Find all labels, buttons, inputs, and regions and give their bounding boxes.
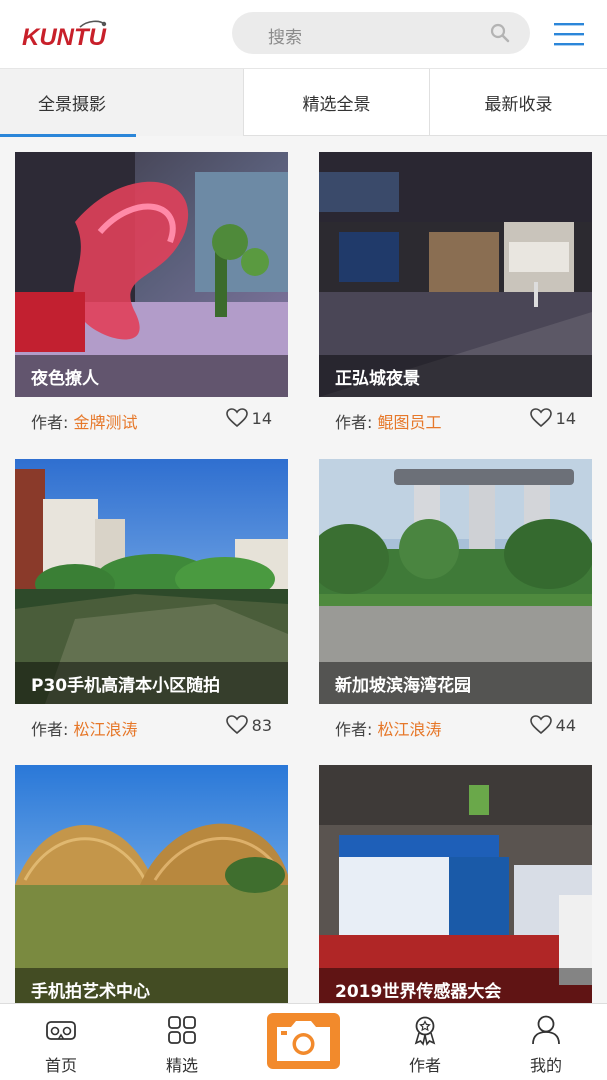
nav-home[interactable]: 首页 — [21, 1004, 101, 1080]
like-count[interactable]: 14 — [529, 408, 576, 428]
like-number: 14 — [251, 408, 272, 428]
camera-button[interactable] — [267, 1013, 340, 1069]
nav-label: 我的 — [529, 1056, 562, 1075]
like-count[interactable]: 83 — [225, 715, 272, 735]
author-prefix: 作者: — [335, 413, 373, 432]
bottom-navigation: 首页 精选 作者 我的 — [0, 1003, 607, 1080]
tab-label: 精选全景 — [302, 95, 371, 115]
nav-label: 首页 — [44, 1056, 77, 1075]
active-tab-indicator — [0, 134, 136, 137]
panorama-thumbnail[interactable]: 夜色撩人 — [15, 152, 288, 397]
tab-featured-panorama[interactable]: 精选全景 — [243, 69, 430, 136]
card-meta: 作者: 金牌测试 14 — [15, 397, 288, 441]
search-bar[interactable]: 搜索 — [232, 12, 530, 54]
like-count[interactable]: 44 — [529, 715, 576, 735]
nav-label: 作者 — [408, 1056, 441, 1075]
panorama-card[interactable]: P30手机高清本小区随拍 作者: 松江浪涛 83 — [15, 459, 288, 748]
grid-icon — [168, 1016, 196, 1044]
heart-icon[interactable] — [529, 408, 552, 428]
award-icon — [414, 1016, 436, 1046]
panorama-card[interactable]: 正弘城夜景 作者: 鲲图员工 14 — [319, 152, 592, 441]
category-tabs: 全景摄影 精选全景 最新收录 — [0, 68, 607, 137]
card-title: 2019世界传感器大会 — [335, 982, 502, 1002]
heart-icon[interactable] — [225, 715, 248, 735]
like-number: 44 — [555, 715, 576, 735]
panorama-thumbnail[interactable]: 正弘城夜景 — [319, 152, 592, 397]
card-meta: 作者: 松江浪涛 44 — [319, 704, 592, 748]
card-title: 正弘城夜景 — [335, 369, 420, 389]
author-name-link[interactable]: 鲲图员工 — [378, 413, 442, 432]
card-meta: 作者: 鲲图员工 14 — [319, 397, 592, 441]
camera-icon — [277, 1021, 330, 1061]
caption-bar: 新加坡滨海湾花园 — [319, 662, 592, 704]
nav-authors[interactable]: 作者 — [385, 1004, 465, 1080]
vr-headset-icon — [46, 1021, 76, 1040]
author-name-link[interactable]: 金牌测试 — [74, 413, 138, 432]
card-title: 新加坡滨海湾花园 — [335, 676, 471, 696]
like-count[interactable]: 14 — [225, 408, 272, 428]
heart-icon[interactable] — [529, 715, 552, 735]
tab-panorama-photography[interactable]: 全景摄影 — [0, 69, 243, 137]
user-icon — [532, 1015, 560, 1045]
card-title: P30手机高清本小区随拍 — [31, 676, 221, 696]
caption-bar: 正弘城夜景 — [319, 355, 592, 397]
tab-latest[interactable]: 最新收录 — [430, 69, 607, 136]
hamburger-menu-icon[interactable] — [554, 22, 584, 46]
author-name-link[interactable]: 松江浪涛 — [74, 720, 138, 739]
nav-profile[interactable]: 我的 — [506, 1004, 586, 1080]
author-name-link[interactable]: 松江浪涛 — [378, 720, 442, 739]
tab-label: 最新收录 — [484, 95, 553, 115]
card-author: 作者: 鲲图员工 — [335, 409, 442, 433]
author-prefix: 作者: — [31, 720, 69, 739]
panorama-card[interactable]: 新加坡滨海湾花园 作者: 松江浪涛 44 — [319, 459, 592, 748]
panorama-card[interactable]: 夜色撩人 作者: 金牌测试 14 — [15, 152, 288, 441]
card-author: 作者: 松江浪涛 — [31, 716, 138, 740]
search-placeholder[interactable]: 搜索 — [268, 23, 302, 48]
panorama-thumbnail[interactable]: 2019世界传感器大会 — [319, 765, 592, 1010]
card-title: 夜色撩人 — [31, 369, 99, 389]
search-icon[interactable] — [490, 23, 510, 43]
like-number: 83 — [251, 715, 272, 735]
tab-label: 全景摄影 — [38, 95, 106, 115]
caption-bar: 夜色撩人 — [15, 355, 288, 397]
panorama-card[interactable]: 2019世界传感器大会 — [319, 765, 592, 1010]
nav-label: 精选 — [165, 1056, 198, 1075]
card-title: 手机拍艺术中心 — [31, 982, 150, 1002]
nav-featured[interactable]: 精选 — [142, 1004, 222, 1080]
heart-icon[interactable] — [225, 408, 248, 428]
panorama-thumbnail[interactable]: P30手机高清本小区随拍 — [15, 459, 288, 704]
card-author: 作者: 金牌测试 — [31, 409, 138, 433]
card-meta: 作者: 松江浪涛 83 — [15, 704, 288, 748]
card-author: 作者: 松江浪涛 — [335, 716, 442, 740]
like-number: 14 — [555, 408, 576, 428]
panorama-thumbnail[interactable]: 手机拍艺术中心 — [15, 765, 288, 1010]
kuntu-logo[interactable]: KUNTU — [22, 18, 114, 52]
panorama-thumbnail[interactable]: 新加坡滨海湾花园 — [319, 459, 592, 704]
logo-text: KUNTU — [22, 24, 106, 51]
app-header: KUNTU 搜索 — [0, 0, 607, 68]
author-prefix: 作者: — [335, 720, 373, 739]
author-prefix: 作者: — [31, 413, 69, 432]
caption-bar: P30手机高清本小区随拍 — [15, 662, 288, 704]
panorama-card[interactable]: 手机拍艺术中心 — [15, 765, 288, 1010]
